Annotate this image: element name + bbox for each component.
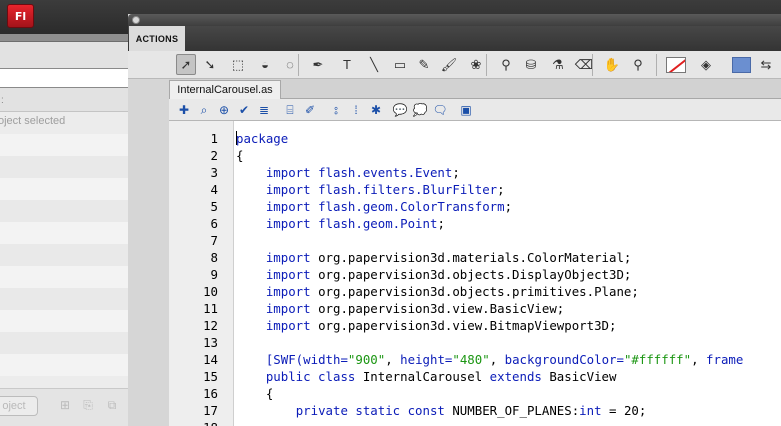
code-line[interactable]: { — [236, 385, 273, 402]
code-line[interactable]: { — [236, 147, 243, 164]
rectangle-tool-icon[interactable]: ▭ — [390, 54, 410, 75]
toolbar-divider — [656, 54, 657, 76]
text-tool-icon[interactable]: T — [337, 54, 357, 75]
eyedropper-tool-icon[interactable]: ⚗ — [548, 54, 568, 75]
code-line[interactable]: import flash.geom.Point; — [236, 215, 445, 232]
line-number: 2 — [210, 148, 218, 163]
selection-tool-icon[interactable]: ➚ — [176, 54, 196, 75]
line-number: 11 — [203, 301, 218, 316]
code-line[interactable]: import org.papervision3d.materials.Color… — [236, 249, 632, 266]
code-line[interactable]: [SWF(width="900", height="480", backgrou… — [236, 351, 744, 368]
library-dropdown[interactable]: ▼ — [0, 68, 143, 88]
code-line[interactable]: import flash.geom.ColorTransform; — [236, 198, 512, 215]
code-line[interactable]: public class InternalCarousel extends Ba… — [236, 368, 617, 385]
line-number: 12 — [203, 318, 218, 333]
object-button[interactable]: oject — [0, 396, 38, 416]
pen-tool-icon[interactable]: ✒ — [308, 54, 328, 75]
toolbar-divider — [592, 54, 593, 76]
eraser-tool-icon[interactable]: ⌫ — [574, 54, 594, 75]
fill-color-icon[interactable] — [732, 57, 751, 73]
subselection-tool-icon[interactable]: ➘ — [200, 54, 220, 75]
code-line[interactable]: import flash.filters.BlurFilter; — [236, 181, 505, 198]
panel-label: : — [1, 95, 4, 106]
line-number: 5 — [210, 199, 218, 214]
pencil-tool-icon[interactable]: ✎ — [414, 54, 434, 75]
apply-line-comment-icon[interactable]: 💭 — [411, 101, 429, 119]
bone-tool-icon[interactable]: ⚲ — [496, 54, 516, 75]
line-number: 15 — [203, 369, 218, 384]
stroke-color-icon[interactable] — [666, 57, 686, 73]
new-symbol-icon[interactable]: ⊞ — [57, 397, 73, 413]
lasso-tool-icon[interactable]: ◌ — [280, 54, 300, 75]
code-line[interactable]: private static const NUMBER_OF_PLANES:in… — [236, 402, 647, 419]
flash-logo: Fl — [7, 4, 34, 28]
flash-ide-window: Fl ▼ ⚙ : oject selected oject ⊞ — [0, 0, 781, 426]
debug-options-icon[interactable]: ✐ — [301, 101, 319, 119]
remove-comment-icon[interactable]: 🗨 — [431, 101, 449, 119]
file-tab-bar: InternalCarousel.as — [169, 79, 781, 99]
tools-bar: ➚ ➘ ⬚ ◒ ◌ ✒ T ╲ ▭ ✎ 🖌 ❀ ⚲ ⛁ ⚗ ⌫ ✋ ⚲ ◈ ⇆ — [128, 51, 781, 79]
script-editor-toolbar: ✚ ⌕ ⊕ ✔ ≣ ⌸ ✐ ⦂ ⁞ ✱ 💬 💭 🗨 ▣ — [169, 99, 781, 121]
selection-status: oject selected — [0, 115, 66, 127]
new-folder-icon[interactable]: ⎘ — [80, 397, 96, 413]
code-line[interactable]: import org.papervision3d.objects.primiti… — [236, 283, 639, 300]
show-hide-toolbox-icon[interactable]: ▣ — [457, 101, 475, 119]
hand-tool-icon[interactable]: ✋ — [602, 54, 622, 75]
line-number: 6 — [210, 216, 218, 231]
fill-bucket-icon[interactable]: ◈ — [696, 54, 716, 75]
swap-colors-icon[interactable]: ⇆ — [756, 54, 776, 75]
3d-rotation-tool-icon[interactable]: ◒ — [255, 54, 275, 75]
find-icon[interactable]: ⌕ — [195, 101, 213, 119]
add-statement-icon[interactable]: ✚ — [175, 101, 193, 119]
line-number: 9 — [210, 267, 218, 282]
deco-tool-icon[interactable]: ❀ — [466, 54, 486, 75]
code-lines[interactable]: 1 package 2{3 import flash.events.Event; 4 … — [169, 130, 781, 426]
brush-tool-icon[interactable]: 🖌 — [439, 54, 459, 75]
code-line[interactable]: package — [236, 130, 288, 147]
actions-panel: ACTIONS ➚ ➘ ⬚ ◒ ◌ ✒ T ╲ ▭ ✎ 🖌 ❀ ⚲ ⛁ ⚗ ⌫ ✋ ⚲ ◈ ⇆ InternalCar… — [128, 14, 781, 426]
toolbar-divider — [486, 54, 487, 76]
line-number: 4 — [210, 182, 218, 197]
show-code-hint-icon[interactable]: ⌸ — [281, 101, 299, 119]
close-icon[interactable] — [132, 16, 140, 24]
expand-all-icon[interactable]: ✱ — [367, 101, 385, 119]
toolbar-divider — [298, 54, 299, 76]
auto-format-icon[interactable]: ≣ — [255, 101, 273, 119]
collapse-between-braces-icon[interactable]: ⦂ — [327, 101, 345, 119]
code-line[interactable]: import flash.events.Event; — [236, 164, 460, 181]
check-syntax-icon[interactable]: ✔ — [235, 101, 253, 119]
properties-icon[interactable]: ⧉ — [104, 397, 120, 413]
line-number: 10 — [203, 284, 218, 299]
line-number: 8 — [210, 250, 218, 265]
insert-target-path-icon[interactable]: ⊕ — [215, 101, 233, 119]
file-tab-internalcarousel[interactable]: InternalCarousel.as — [169, 80, 281, 99]
line-number: 16 — [203, 386, 218, 401]
apply-block-comment-icon[interactable]: 💬 — [391, 101, 409, 119]
line-number: 13 — [203, 335, 218, 350]
code-line[interactable]: import org.papervision3d.view.BasicView; — [236, 300, 564, 317]
line-tool-icon[interactable]: ╲ — [364, 54, 384, 75]
paint-bucket-tool-icon[interactable]: ⛁ — [521, 54, 541, 75]
actions-titlebar[interactable] — [128, 14, 781, 26]
code-line[interactable]: import org.papervision3d.objects.Display… — [236, 266, 632, 283]
line-number: 7 — [210, 233, 218, 248]
line-number: 1 — [210, 131, 218, 146]
collapse-selection-icon[interactable]: ⁞ — [347, 101, 365, 119]
line-number: 18 — [169, 419, 218, 426]
actions-tabbar: ACTIONS — [128, 26, 781, 51]
line-number: 14 — [203, 352, 218, 367]
free-transform-tool-icon[interactable]: ⬚ — [228, 54, 248, 75]
line-number: 3 — [210, 165, 218, 180]
zoom-tool-icon[interactable]: ⚲ — [628, 54, 648, 75]
code-line[interactable]: import org.papervision3d.view.BitmapView… — [236, 317, 617, 334]
line-number: 17 — [203, 403, 218, 418]
tab-actions[interactable]: ACTIONS — [129, 26, 185, 51]
